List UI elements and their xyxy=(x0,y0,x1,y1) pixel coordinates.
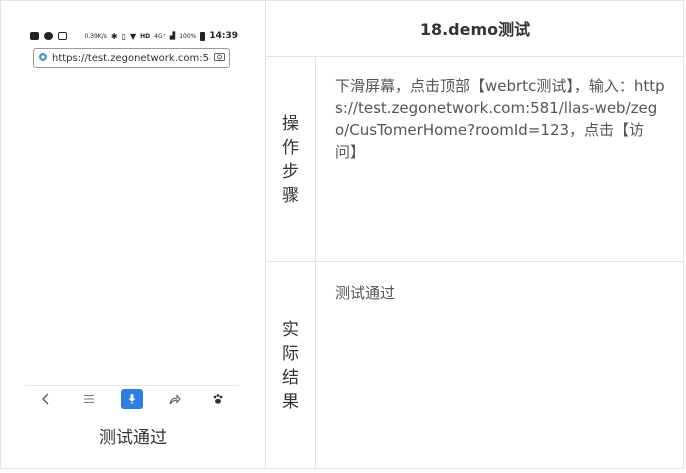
result-label: 实际结果 xyxy=(282,319,299,412)
menu-icon[interactable] xyxy=(78,389,100,409)
table-title: 18.demo测试 xyxy=(266,0,684,57)
mic-icon[interactable] xyxy=(120,389,143,409)
battery-icon xyxy=(200,31,206,41)
back-icon[interactable] xyxy=(35,389,57,409)
screenshot-panel: 0.39K/s ✱ ▯ ▼ HD 4G⁺ ▟ 100% 14:39 https:… xyxy=(0,0,266,469)
phone-status-bar: 0.39K/s ✱ ▯ ▼ HD 4G⁺ ▟ 100% 14:39 xyxy=(30,29,238,43)
url-bar[interactable]: https://test.zegonetwork.com:581 xyxy=(33,48,230,68)
app-icon xyxy=(58,32,67,40)
browser-toolbar xyxy=(25,388,239,410)
vibrate-icon: ▯ xyxy=(121,31,126,41)
qq-icon xyxy=(44,32,53,40)
result-content: 测试通过 xyxy=(335,284,396,302)
network-speed: 0.39K/s xyxy=(84,32,107,40)
table-row-label: 实际结果 xyxy=(266,262,316,469)
toolbar-divider xyxy=(25,385,239,386)
camera-icon[interactable] xyxy=(214,52,225,64)
hd-icon: HD xyxy=(140,32,151,40)
site-icon xyxy=(38,52,48,65)
table-row-label: 操作步骤 xyxy=(266,57,316,262)
clock: 14:39 xyxy=(209,31,238,41)
steps-content: 下滑屏幕，点击顶部【webrtc测试】，输入：https://test.zego… xyxy=(335,77,665,161)
steps-label: 操作步骤 xyxy=(282,113,299,206)
network-type: 4G⁺ xyxy=(154,32,166,40)
chat-icon xyxy=(30,32,39,40)
bluetooth-icon: ✱ xyxy=(110,31,118,41)
screenshot-caption: 测试通过 xyxy=(99,428,167,448)
signal-icon: ▟ xyxy=(169,32,176,40)
row-divider xyxy=(266,261,684,262)
battery-level: 100% xyxy=(179,32,197,40)
wifi-icon: ▼ xyxy=(129,31,137,41)
url-text[interactable]: https://test.zegonetwork.com:581 xyxy=(52,53,210,64)
share-icon[interactable] xyxy=(164,389,186,409)
paw-icon[interactable] xyxy=(207,389,229,409)
